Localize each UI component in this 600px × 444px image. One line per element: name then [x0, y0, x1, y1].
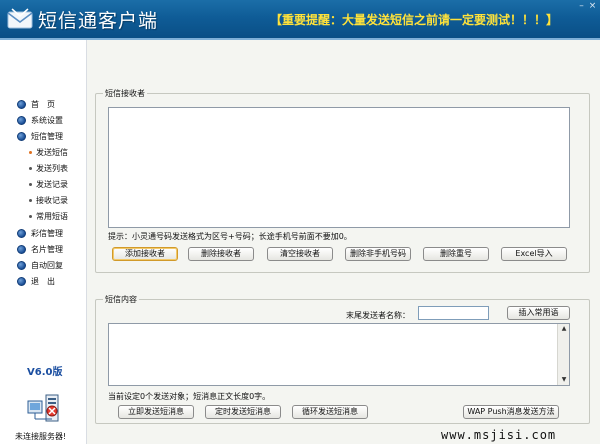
nav-item-settings[interactable]: 系统设置: [17, 113, 63, 127]
nav-item-label: 退 出: [31, 276, 55, 286]
active-dot-icon: [29, 151, 32, 154]
send-status: 当前设定0个发送对象；短消息正文长度0字。: [108, 392, 271, 401]
bullet-icon: [17, 260, 26, 270]
wap-push-button[interactable]: WAP Push消息发送方法: [463, 405, 559, 419]
nav-item-label: 短信管理: [31, 131, 63, 141]
main-panel: 短信接收者 提示：小灵通号码发送格式为区号+号码；长途手机号前面不要加0。 添加…: [87, 40, 600, 444]
server-status: 未连接服务器!: [15, 432, 67, 441]
recipients-hint: 提示：小灵通号码发送格式为区号+号码；长途手机号前面不要加0。: [108, 232, 352, 241]
envelope-icon: [7, 8, 33, 29]
sub-item-label: 常用短语: [36, 212, 68, 221]
nav-item-exit[interactable]: 退 出: [17, 274, 55, 288]
insert-phrase-button[interactable]: 插入常用语: [507, 306, 570, 320]
dot-icon: [29, 215, 32, 218]
bullet-icon: [17, 131, 26, 141]
server-network-icon: [27, 394, 59, 422]
message-scrollbar[interactable]: ▲ ▼: [557, 324, 569, 385]
bullet-icon: [17, 244, 26, 254]
sub-item-send-sms[interactable]: 发送短信: [29, 146, 68, 159]
nav-item-mms[interactable]: 彩信管理: [17, 226, 63, 240]
sub-item-send-list[interactable]: 发送列表: [29, 162, 68, 175]
nav-item-sms[interactable]: 短信管理: [17, 129, 63, 143]
scroll-up-icon[interactable]: ▲: [559, 324, 569, 334]
clear-recipients-button[interactable]: 清空接收者: [267, 247, 333, 261]
app-title: 短信通客户端: [38, 10, 159, 32]
send-now-button[interactable]: 立即发送短消息: [118, 405, 194, 419]
loop-send-button[interactable]: 循环发送短消息: [292, 405, 368, 419]
sub-item-label: 发送记录: [36, 180, 68, 189]
nav-item-auto-reply[interactable]: 自动回复: [17, 258, 63, 272]
version-label: V6.0版: [27, 367, 63, 378]
delete-non-mobile-button[interactable]: 删除非手机号码: [345, 247, 411, 261]
nav-item-label: 名片管理: [31, 244, 63, 254]
nav-item-label: 彩信管理: [31, 228, 63, 238]
sub-item-phrases[interactable]: 常用短语: [29, 210, 68, 223]
nav-item-cards[interactable]: 名片管理: [17, 242, 63, 256]
sender-name-input[interactable]: [418, 306, 489, 320]
dot-icon: [29, 199, 32, 202]
close-icon[interactable]: ×: [588, 2, 597, 11]
message-textarea[interactable]: [108, 323, 570, 386]
bullet-icon: [17, 228, 26, 238]
nav-item-label: 系统设置: [31, 115, 63, 125]
scroll-down-icon[interactable]: ▼: [559, 375, 569, 385]
schedule-send-button[interactable]: 定时发送短消息: [205, 405, 281, 419]
content-legend: 短信内容: [103, 294, 139, 305]
minimize-icon[interactable]: –: [577, 2, 586, 11]
delete-duplicates-button[interactable]: 删除重号: [423, 247, 489, 261]
bullet-icon: [17, 99, 26, 109]
delete-recipient-button[interactable]: 删除接收者: [188, 247, 254, 261]
warning-banner: 【重要提醒：大量发送短信之前请一定要测试！！！】: [270, 13, 559, 27]
sub-item-send-log[interactable]: 发送记录: [29, 178, 68, 191]
sub-item-label: 接收记录: [36, 196, 68, 205]
sub-item-label: 发送列表: [36, 164, 68, 173]
dot-icon: [29, 183, 32, 186]
bullet-icon: [17, 115, 26, 125]
sidebar: 首 页 系统设置 短信管理 发送短信 发送列表 发送记录 接收记录 常用短语 彩…: [0, 40, 86, 444]
excel-import-button[interactable]: Excel导入: [501, 247, 567, 261]
title-bar: 短信通客户端 【重要提醒：大量发送短信之前请一定要测试！！！】 – ×: [0, 0, 600, 38]
nav-item-label: 自动回复: [31, 260, 63, 270]
recipients-list[interactable]: [108, 107, 570, 228]
nav-item-label: 首 页: [31, 99, 55, 109]
dot-icon: [29, 167, 32, 170]
recipients-legend: 短信接收者: [103, 88, 147, 99]
bullet-icon: [17, 276, 26, 286]
sub-item-receive-log[interactable]: 接收记录: [29, 194, 68, 207]
sub-item-label: 发送短信: [36, 148, 68, 157]
add-recipient-button[interactable]: 添加接收者: [112, 247, 178, 261]
nav-item-home[interactable]: 首 页: [17, 97, 55, 111]
sender-name-label: 末尾发送者名称：: [346, 311, 410, 320]
